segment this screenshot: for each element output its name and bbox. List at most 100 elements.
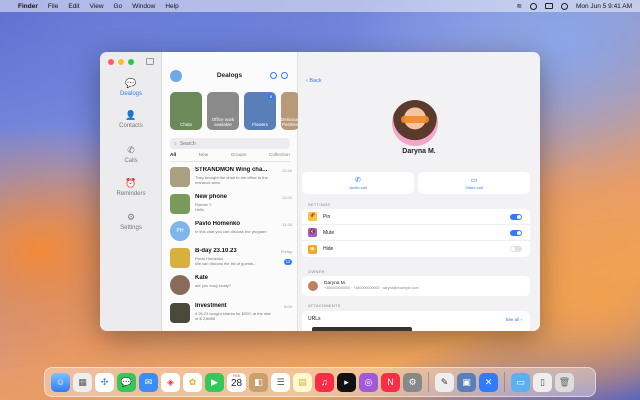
menu-view[interactable]: View bbox=[90, 3, 104, 10]
photos-icon[interactable]: ✿ bbox=[183, 372, 202, 392]
calendar-month: FEB bbox=[233, 373, 240, 378]
system-settings-icon[interactable]: ⚙ bbox=[403, 372, 422, 392]
list-item[interactable]: STRANDMON Wing cha... They brought the c… bbox=[162, 164, 298, 190]
story-office-work[interactable]: Office work available bbox=[207, 92, 239, 130]
owner-card[interactable]: Daryna M. +380000000000 · +380000000000 … bbox=[302, 276, 530, 296]
trash-icon[interactable]: 🗑 bbox=[555, 372, 574, 392]
search-icon[interactable] bbox=[529, 2, 537, 10]
tv-icon[interactable]: ▸ bbox=[337, 372, 356, 392]
owner-row: Daryna M. +380000000000 · +380000000000 … bbox=[302, 276, 530, 296]
video-call-label: Video call bbox=[465, 185, 483, 190]
list-item[interactable]: B-day 23.10.23 Pavlo Homenko We can disc… bbox=[162, 245, 298, 271]
tab-new[interactable]: New bbox=[199, 153, 209, 158]
video-call-button[interactable]: ▭ Video call bbox=[418, 172, 530, 194]
hide-toggle[interactable] bbox=[510, 246, 522, 252]
zoom-button[interactable] bbox=[128, 59, 134, 65]
document-icon[interactable]: ▯ bbox=[533, 372, 552, 392]
sidebar-item-label: Calls bbox=[124, 158, 138, 164]
chat-thumbnail bbox=[170, 167, 190, 187]
control-center-icon[interactable] bbox=[560, 2, 568, 10]
chat-preview: Roman T. Hello bbox=[195, 202, 213, 212]
chat-time: 11:30 bbox=[282, 222, 292, 227]
chat-time: Friday bbox=[280, 249, 292, 254]
sidebar-item-label: Dealogs bbox=[119, 91, 142, 97]
xcode-icon[interactable]: ✕ bbox=[479, 372, 498, 392]
menu-file[interactable]: File bbox=[48, 3, 58, 10]
notes-icon[interactable]: ▤ bbox=[293, 372, 312, 392]
sidebar-item-label: Reminders bbox=[116, 191, 146, 197]
minimize-button[interactable] bbox=[118, 59, 124, 65]
sidebar-toggle-icon[interactable] bbox=[146, 58, 154, 65]
app-window: 💬 Dealogs 👤 Contacts ✆ Calls ⏰ Reminders… bbox=[100, 52, 540, 331]
menu-app-name[interactable]: Finder bbox=[18, 3, 38, 10]
pin-toggle[interactable] bbox=[510, 213, 522, 220]
tab-groups[interactable]: Groups bbox=[231, 153, 247, 158]
mail-icon[interactable]: ✉ bbox=[139, 372, 158, 392]
attachments-card[interactable]: URLs See all › bbox=[302, 311, 530, 331]
sidebar-item-contacts[interactable]: 👤 Contacts bbox=[100, 110, 162, 129]
menu-window[interactable]: Window bbox=[132, 3, 155, 10]
messages-icon[interactable]: 💬 bbox=[117, 372, 136, 392]
music-icon[interactable]: ♫ bbox=[315, 372, 334, 392]
tab-collection[interactable]: Collection bbox=[269, 153, 290, 158]
pin-icon: 📌 bbox=[308, 212, 317, 221]
unread-badge: 8 bbox=[268, 94, 274, 100]
finder-icon[interactable]: ☺ bbox=[51, 372, 70, 392]
list-item[interactable]: PH Pavlo Homenko In this chat you can di… bbox=[162, 218, 298, 244]
story-flowers[interactable]: 8 Flowers bbox=[244, 92, 276, 130]
list-item[interactable]: New phone Roman T. Hello 12:00 bbox=[162, 191, 298, 217]
sidebar-item-calls[interactable]: ✆ Calls bbox=[100, 145, 162, 164]
calendar-icon[interactable]: FEB 28 bbox=[227, 372, 246, 392]
sidebar-item-settings[interactable]: ⚙ Settings bbox=[100, 212, 162, 231]
story-label: Flowers bbox=[252, 122, 268, 127]
menu-bar: Finder File Edit View Go Window Help ≋ M… bbox=[0, 0, 640, 12]
preview-icon[interactable]: ▣ bbox=[457, 372, 476, 392]
menu-go[interactable]: Go bbox=[114, 3, 123, 10]
url-preview-thumbnail[interactable] bbox=[312, 327, 412, 331]
list-item[interactable]: Kate are you busy today? bbox=[162, 272, 298, 298]
audio-call-label: Audio call bbox=[349, 185, 367, 190]
script-editor-icon[interactable]: ✎ bbox=[435, 372, 454, 392]
chat-name: Kate bbox=[195, 275, 209, 281]
owner-info: Daryna M. +380000000000 · +380000000000 … bbox=[324, 281, 419, 292]
setting-label: Pin bbox=[323, 213, 331, 220]
podcasts-icon[interactable]: ◎ bbox=[359, 372, 378, 392]
sidebar-item-reminders[interactable]: ⏰ Reminders bbox=[100, 178, 162, 197]
chat-name: STRANDMON Wing cha... bbox=[195, 167, 268, 173]
unread-count-badge: 12 bbox=[284, 259, 292, 265]
tab-all[interactable]: All bbox=[170, 153, 176, 158]
launchpad-icon[interactable]: ▦ bbox=[73, 372, 92, 392]
compose-icon[interactable] bbox=[281, 72, 288, 79]
sidebar-item-dealogs[interactable]: 💬 Dealogs bbox=[100, 78, 162, 97]
wifi-icon[interactable]: ≋ bbox=[517, 2, 522, 10]
news-icon[interactable]: N bbox=[381, 372, 400, 392]
mute-toggle[interactable] bbox=[510, 229, 522, 236]
chat-name: Investment bbox=[195, 303, 227, 309]
list-item[interactable]: Investment It 26.23 bought shares for $2… bbox=[162, 300, 298, 326]
stories-row: Chats Office work available 8 Flowers De… bbox=[170, 92, 299, 130]
clock[interactable]: Mon Jun 5 9:41 AM bbox=[576, 3, 632, 10]
search-icon: ⌕ bbox=[174, 140, 177, 147]
menu-help[interactable]: Help bbox=[165, 3, 178, 10]
settings-icon[interactable] bbox=[270, 72, 277, 79]
settings-section-header: SETTINGS bbox=[308, 202, 331, 207]
story-chats[interactable]: Chats bbox=[170, 92, 202, 130]
facetime-icon[interactable]: ▶ bbox=[205, 372, 224, 392]
contacts-icon[interactable]: ◧ bbox=[249, 372, 268, 392]
chat-time: 8:00 bbox=[284, 304, 292, 309]
setting-row-pin: 📌 Pin bbox=[302, 209, 530, 225]
downloads-folder-icon[interactable]: ▭ bbox=[511, 372, 530, 392]
safari-icon[interactable]: ✣ bbox=[95, 372, 114, 392]
battery-icon[interactable] bbox=[544, 3, 553, 9]
chat-bubble-icon: 💬 bbox=[125, 78, 137, 88]
reminders-icon[interactable]: ☰ bbox=[271, 372, 290, 392]
dock-separator bbox=[428, 372, 429, 392]
story-pastries[interactable]: Delicious Pastries bbox=[281, 92, 299, 130]
audio-call-button[interactable]: ✆ Audio call bbox=[302, 172, 414, 194]
menu-edit[interactable]: Edit bbox=[68, 3, 79, 10]
search-input[interactable] bbox=[179, 140, 280, 147]
close-button[interactable] bbox=[108, 59, 114, 65]
see-all-link[interactable]: See all › bbox=[505, 317, 522, 322]
maps-icon[interactable]: ◈ bbox=[161, 372, 180, 392]
back-button[interactable]: ‹ Back bbox=[306, 78, 322, 84]
